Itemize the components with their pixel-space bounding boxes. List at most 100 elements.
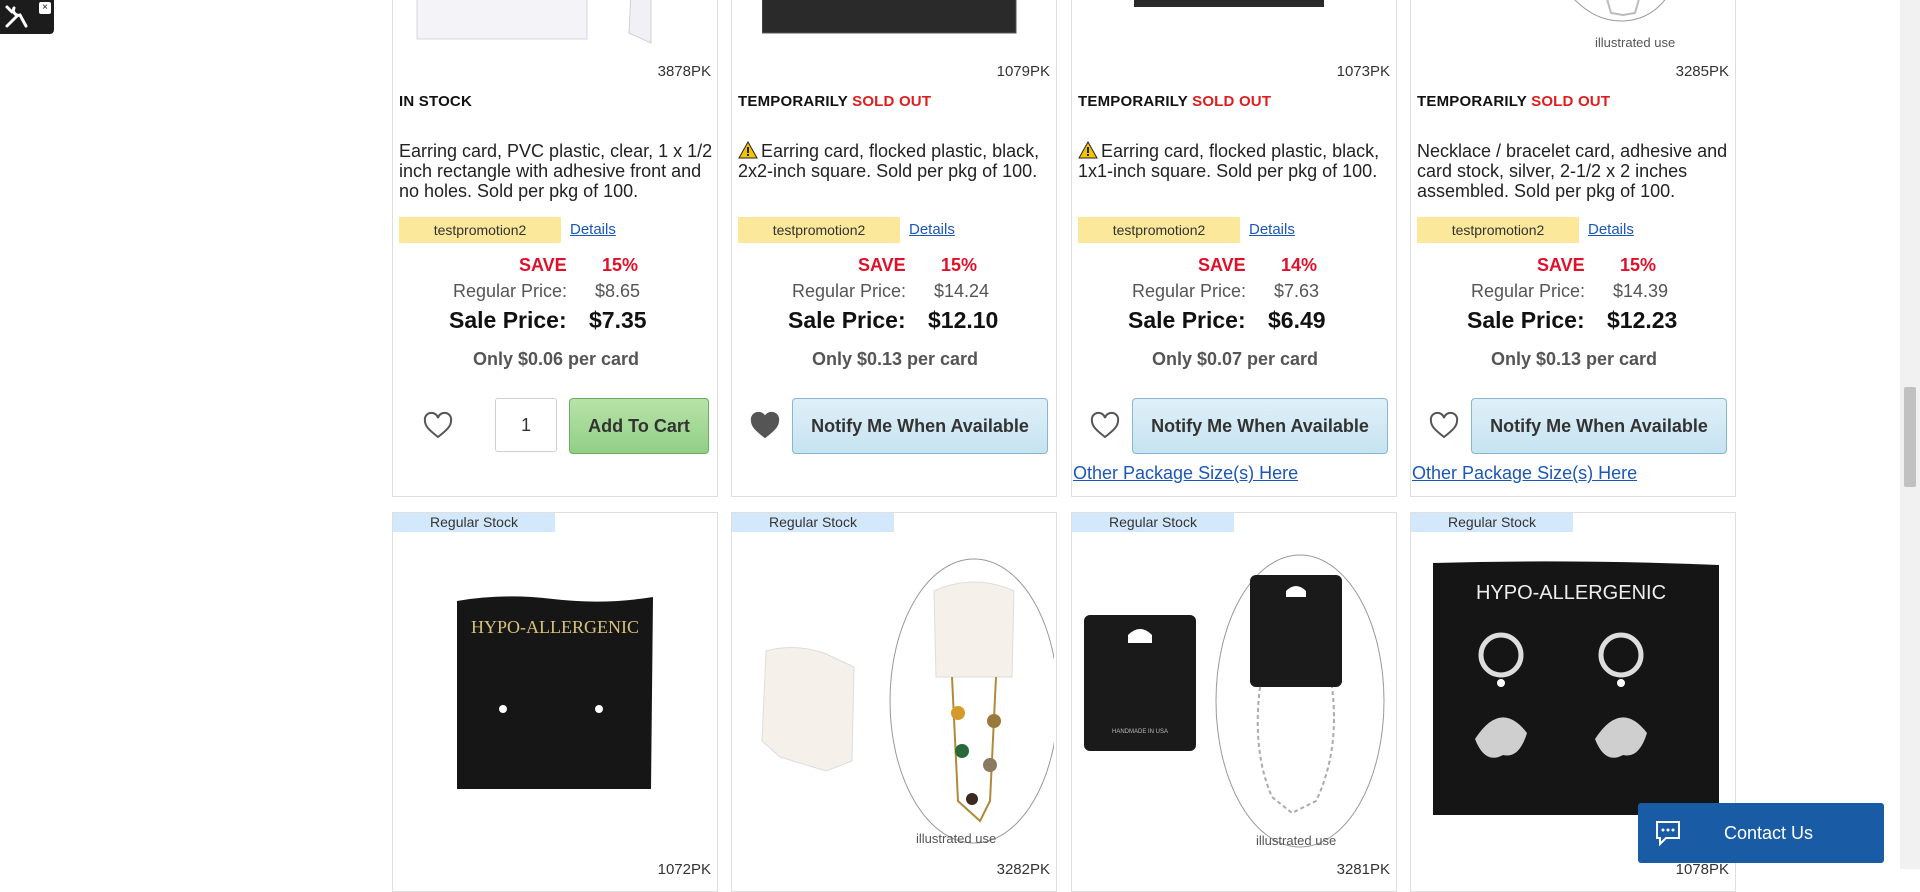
sale-price: $6.49 <box>1268 307 1326 333</box>
other-package-sizes-link[interactable]: Other Package Size(s) Here <box>1412 463 1637 484</box>
product-sku: 1079PK <box>996 63 1050 80</box>
product-card: 3878PK IN STOCK Earring card, PVC plasti… <box>392 0 718 497</box>
notify-me-button[interactable]: Notify Me When Available <box>1132 398 1388 454</box>
notify-me-button[interactable]: Notify Me When Available <box>1471 398 1727 454</box>
regular-price-label: Regular Price: <box>453 281 568 301</box>
save-label: SAVE <box>1537 255 1585 275</box>
promo-row: testpromotion2 Details <box>399 217 715 243</box>
details-link[interactable]: Details <box>1249 217 1295 243</box>
heart-icon[interactable] <box>423 411 453 441</box>
illustrated-use-label: illustrated use <box>916 831 997 846</box>
promo-row: testpromotion2 Details <box>1417 217 1733 243</box>
regular-price-label: Regular Price: <box>1471 281 1586 301</box>
product-card: 1073PK TEMPORARILY SOLD OUT Earring card… <box>1071 0 1397 497</box>
stock-type-badge: Regular Stock <box>732 513 894 532</box>
stock-label: IN STOCK <box>399 93 472 110</box>
heart-filled-icon[interactable] <box>750 411 780 441</box>
details-link[interactable]: Details <box>570 217 616 243</box>
stock-status: IN STOCK <box>399 93 472 110</box>
sale-price-label: Sale Price: <box>449 307 567 333</box>
vertical-scrollbar[interactable] <box>1900 0 1920 869</box>
regular-price: $8.65 <box>595 281 641 301</box>
stock-type-badge: Regular Stock <box>393 513 555 532</box>
promo-row: testpromotion2 Details <box>738 217 1054 243</box>
product-card: Regular Stock HANDMADE IN USA illustrate… <box>1071 512 1397 892</box>
per-unit-price: Only $0.07 per card <box>1151 349 1319 369</box>
sale-price: $12.23 <box>1607 307 1678 333</box>
stock-label: TEMPORARILY <box>1417 93 1527 110</box>
quantity-input[interactable]: 1 <box>495 398 557 452</box>
per-unit-price: Only $0.13 per card <box>811 349 979 369</box>
product-sku: 1078PK <box>1675 861 1729 878</box>
product-image <box>1134 0 1324 7</box>
save-percent: 14% <box>1281 255 1318 275</box>
product-sku: 3281PK <box>1336 861 1390 878</box>
contact-us-button[interactable]: Contact Us <box>1638 803 1884 863</box>
product-image[interactable]: HANDMADE IN USA <box>1082 551 1392 851</box>
promo-row: testpromotion2 Details <box>1078 217 1394 243</box>
sold-out-label: SOLD OUT <box>852 93 932 110</box>
chat-bubble-icon <box>1656 821 1680 847</box>
sale-price: $12.10 <box>928 307 999 333</box>
stock-status: TEMPORARILY SOLD OUT <box>738 93 931 110</box>
per-unit-price: Only $0.06 per card <box>472 349 640 369</box>
illustrated-use-label: illustrated use <box>1256 833 1337 848</box>
description-text: Earring card, flocked plastic, black, 2x… <box>738 141 1040 181</box>
product-image[interactable] <box>744 551 1054 851</box>
notify-me-button[interactable]: Notify Me When Available <box>792 398 1048 454</box>
product-description[interactable]: Earring card, PVC plastic, clear, 1 x 1/… <box>399 141 715 201</box>
details-link[interactable]: Details <box>1588 217 1634 243</box>
promo-tag: testpromotion2 <box>1078 217 1240 243</box>
description-text: Earring card, flocked plastic, black, 1x… <box>1078 141 1380 181</box>
save-label: SAVE <box>1198 255 1246 275</box>
heart-icon[interactable] <box>1429 411 1459 441</box>
save-percent: 15% <box>1620 255 1657 275</box>
product-card: illustrated use 3285PK TEMPORARILY SOLD … <box>1410 0 1736 497</box>
product-description[interactable]: Necklace / bracelet card, adhesive and c… <box>1417 141 1733 201</box>
sold-out-label: SOLD OUT <box>1531 93 1611 110</box>
warning-icon <box>738 141 758 159</box>
product-sku: 1073PK <box>1336 63 1390 80</box>
contact-us-label: Contact Us <box>1724 823 1814 843</box>
save-label: SAVE <box>519 255 567 275</box>
save-label: SAVE <box>858 255 906 275</box>
sale-price: $7.35 <box>589 307 647 333</box>
sale-price-label: Sale Price: <box>1128 307 1246 333</box>
per-unit-price: Only $0.13 per card <box>1490 349 1658 369</box>
product-image <box>1574 0 1666 22</box>
product-sku: 3878PK <box>657 63 711 80</box>
product-sku: 3282PK <box>996 861 1050 878</box>
product-sku: 3285PK <box>1675 63 1729 80</box>
add-to-cart-button[interactable]: Add To Cart <box>569 398 709 454</box>
stock-status: TEMPORARILY SOLD OUT <box>1417 93 1610 110</box>
product-card: Regular Stock HYPO-ALLERGENIC 1072PK <box>392 512 718 892</box>
details-link[interactable]: Details <box>909 217 955 243</box>
product-description[interactable]: Earring card, flocked plastic, black, 1x… <box>1078 141 1394 181</box>
heart-icon[interactable] <box>1090 411 1120 441</box>
product-image[interactable]: HYPO-ALLERGENIC <box>1431 559 1721 815</box>
save-percent: 15% <box>941 255 978 275</box>
regular-price: $14.24 <box>934 281 990 301</box>
product-image[interactable]: HYPO-ALLERGENIC <box>453 593 663 793</box>
card-imprint-text: HYPO-ALLERGENIC <box>471 617 639 637</box>
promo-tag: testpromotion2 <box>738 217 900 243</box>
scrollbar-thumb[interactable] <box>1904 387 1916 487</box>
wrench-screwdriver-icon <box>5 5 28 28</box>
product-card: 1079PK TEMPORARILY SOLD OUT Earring card… <box>731 0 1057 497</box>
product-image <box>416 0 652 44</box>
stock-status: TEMPORARILY SOLD OUT <box>1078 93 1271 110</box>
save-percent: 15% <box>602 255 639 275</box>
toolbox-widget[interactable]: × <box>0 0 54 34</box>
illustrated-use-label: illustrated use <box>1595 35 1676 50</box>
regular-price: $14.39 <box>1613 281 1669 301</box>
sale-price-label: Sale Price: <box>1467 307 1585 333</box>
regular-price-label: Regular Price: <box>1132 281 1247 301</box>
other-package-sizes-link[interactable]: Other Package Size(s) Here <box>1073 463 1298 484</box>
close-icon[interactable]: × <box>39 2 51 14</box>
card-imprint-text: HYPO-ALLERGENIC <box>1476 582 1666 604</box>
stock-type-badge: Regular Stock <box>1072 513 1234 532</box>
stock-label: TEMPORARILY <box>1078 93 1188 110</box>
product-description[interactable]: Earring card, flocked plastic, black, 2x… <box>738 141 1054 181</box>
regular-price: $7.63 <box>1274 281 1320 301</box>
product-card: Regular Stock illustrated use 3282PK <box>731 512 1057 892</box>
